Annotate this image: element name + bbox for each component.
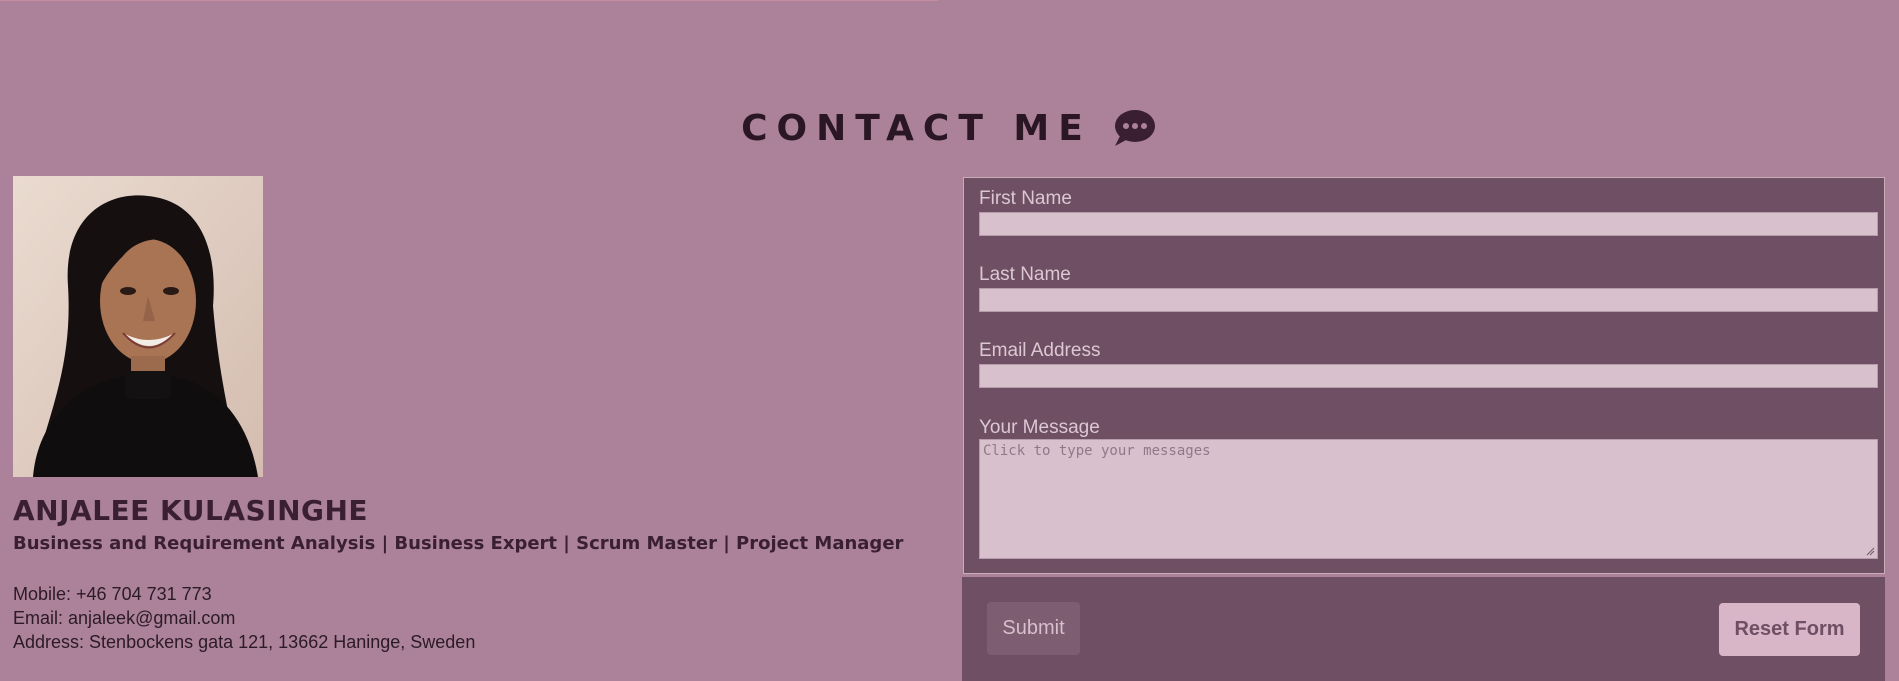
form-actions: Submit Reset Form (962, 577, 1885, 681)
first-name-input[interactable] (979, 212, 1878, 236)
section-heading: CONTACT ME (0, 100, 1899, 156)
submit-button[interactable]: Submit (987, 602, 1080, 655)
mobile-text: Mobile: +46 704 731 773 (13, 584, 212, 604)
contact-details: Mobile: +46 704 731 773 Email: anjaleek@… (13, 582, 475, 654)
top-divider (0, 0, 938, 1)
profile-photo (13, 176, 263, 477)
address-text: Address: Stenbockens gata 121, 13662 Han… (13, 632, 476, 652)
profile-roles: Business and Requirement Analysis | Busi… (13, 533, 904, 554)
last-name-input[interactable] (979, 288, 1878, 312)
last-name-label: Last Name (979, 264, 1071, 285)
email-label: Email Address (979, 340, 1101, 361)
message-textarea[interactable]: Click to type your messages (979, 439, 1878, 559)
profile-name: ANJALEE KULASINGHE (13, 494, 369, 527)
message-label: Your Message (979, 417, 1100, 438)
contact-form: First Name Last Name Email Address Your … (963, 177, 1885, 574)
chat-bubble-icon (1112, 108, 1158, 148)
reset-form-button[interactable]: Reset Form (1719, 603, 1860, 656)
email-input[interactable] (979, 364, 1878, 388)
resize-grip-icon[interactable] (1865, 546, 1875, 556)
email-text: Email: anjaleek@gmail.com (13, 608, 236, 628)
page-title: CONTACT ME (741, 107, 1092, 149)
first-name-label: First Name (979, 188, 1072, 209)
message-placeholder: Click to type your messages (983, 443, 1211, 459)
